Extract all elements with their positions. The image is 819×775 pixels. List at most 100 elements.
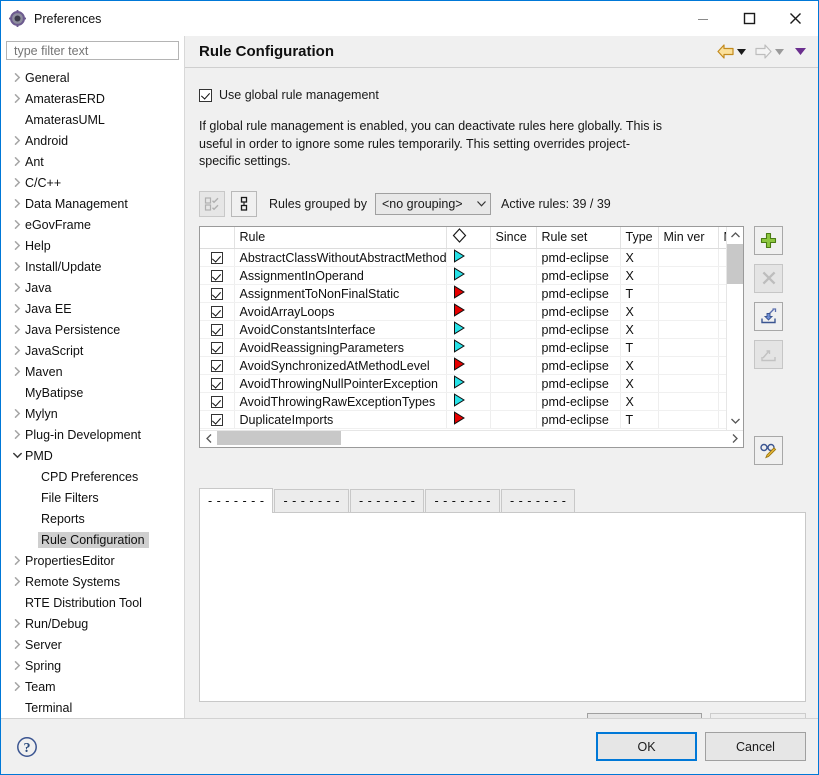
column-header-checkbox[interactable]	[200, 227, 234, 249]
sidebar-item-spring[interactable]: Spring	[1, 655, 184, 676]
filter-field[interactable]	[6, 41, 179, 60]
table-row[interactable]: AvoidReassigningParameterspmd-eclipseT	[200, 339, 726, 357]
table-vertical-scrollbar[interactable]	[726, 227, 743, 430]
chevron-right-icon[interactable]	[9, 406, 25, 422]
table-row[interactable]: AvoidThrowingRawExceptionTypespmd-eclips…	[200, 393, 726, 411]
column-header-maxver[interactable]: M	[718, 227, 726, 249]
table-row[interactable]: DuplicateImportspmd-eclipseT	[200, 411, 726, 429]
sidebar-item-rule-configuration[interactable]: Rule Configuration	[1, 529, 184, 550]
sidebar-item-mylyn[interactable]: Mylyn	[1, 403, 184, 424]
preference-tree[interactable]: GeneralAmaterasERDAmaterasUMLAndroidAntC…	[1, 64, 184, 720]
sidebar-item-help[interactable]: Help	[1, 235, 184, 256]
chevron-right-icon[interactable]	[9, 679, 25, 695]
chevron-right-icon[interactable]	[9, 616, 25, 632]
sidebar-item-data-management[interactable]: Data Management	[1, 193, 184, 214]
table-header-row[interactable]: RuleSinceRule setTypeMin verM	[200, 227, 726, 249]
column-header-name[interactable]: Rule	[234, 227, 446, 249]
maximize-icon[interactable]	[726, 1, 772, 36]
edit-rule-button[interactable]	[754, 436, 783, 465]
checkbox-list-icon[interactable]	[199, 191, 225, 217]
remove-rule-button[interactable]	[754, 264, 783, 293]
chevron-right-icon[interactable]	[9, 217, 25, 233]
hscroll-thumb[interactable]	[217, 431, 341, 445]
chevron-right-icon[interactable]	[9, 70, 25, 86]
table-horizontal-scrollbar[interactable]	[200, 430, 743, 447]
rule-enabled-checkbox[interactable]	[200, 375, 234, 393]
rule-enabled-checkbox[interactable]	[200, 339, 234, 357]
grouping-select[interactable]: <no grouping>	[375, 193, 491, 215]
column-header-ruleset[interactable]: Rule set	[536, 227, 620, 249]
rules-table[interactable]: RuleSinceRule setTypeMin verM AbstractCl…	[199, 226, 744, 448]
sidebar-item-amaterasuml[interactable]: AmaterasUML	[1, 109, 184, 130]
rule-enabled-checkbox[interactable]	[200, 411, 234, 429]
rule-enabled-checkbox[interactable]	[200, 249, 234, 267]
sidebar-item-team[interactable]: Team	[1, 676, 184, 697]
chevron-right-icon[interactable]	[9, 238, 25, 254]
detail-tab-1[interactable]: - - - - - - -	[274, 489, 348, 513]
overflow-chevron-down-icon[interactable]	[795, 48, 806, 55]
sidebar-item-remote-systems[interactable]: Remote Systems	[1, 571, 184, 592]
rule-enabled-checkbox[interactable]	[200, 303, 234, 321]
rule-enabled-checkbox[interactable]	[200, 393, 234, 411]
close-icon[interactable]	[772, 1, 818, 36]
forward-arrow-icon[interactable]	[755, 44, 772, 59]
sidebar-item-server[interactable]: Server	[1, 634, 184, 655]
group-layout-icon[interactable]	[231, 191, 257, 217]
rule-enabled-checkbox[interactable]	[200, 321, 234, 339]
table-row[interactable]: AvoidArrayLoopspmd-eclipseX	[200, 303, 726, 321]
chevron-right-icon[interactable]	[9, 280, 25, 296]
chevron-right-icon[interactable]	[9, 637, 25, 653]
diamond-icon[interactable]	[446, 227, 490, 249]
chevron-right-icon[interactable]	[9, 91, 25, 107]
sidebar-item-file-filters[interactable]: File Filters	[1, 487, 184, 508]
table-row[interactable]: AvoidThrowingNullPointerExceptionpmd-ecl…	[200, 375, 726, 393]
cancel-button[interactable]: Cancel	[705, 732, 806, 761]
help-question-icon[interactable]: ?	[15, 735, 39, 759]
table-row[interactable]: AssignmentToNonFinalStaticpmd-eclipseT	[200, 285, 726, 303]
sidebar-item-c-c[interactable]: C/C++	[1, 172, 184, 193]
sidebar-item-javascript[interactable]: JavaScript	[1, 340, 184, 361]
table-row[interactable]: AvoidSynchronizedAtMethodLevelpmd-eclips…	[200, 357, 726, 375]
use-global-rule-management-checkbox[interactable]: Use global rule management	[199, 88, 806, 102]
detail-tab-strip[interactable]: - - - - - - -- - - - - - -- - - - - - --…	[199, 488, 806, 513]
detail-tab-4[interactable]: - - - - - - -	[501, 489, 575, 513]
chevron-right-icon[interactable]	[9, 175, 25, 191]
sidebar-item-propertieseditor[interactable]: PropertiesEditor	[1, 550, 184, 571]
chevron-right-icon[interactable]	[9, 658, 25, 674]
chevron-right-icon[interactable]	[9, 133, 25, 149]
scroll-right-icon[interactable]	[726, 434, 743, 443]
sidebar-item-rte-distribution-tool[interactable]: RTE Distribution Tool	[1, 592, 184, 613]
chevron-right-icon[interactable]	[9, 322, 25, 338]
chevron-right-icon[interactable]	[9, 196, 25, 212]
scroll-track[interactable]	[727, 244, 743, 413]
sidebar-item-general[interactable]: General	[1, 67, 184, 88]
chevron-right-icon[interactable]	[9, 259, 25, 275]
column-header-since[interactable]: Since	[490, 227, 536, 249]
column-header-minver[interactable]: Min ver	[658, 227, 718, 249]
chevron-right-icon[interactable]	[9, 574, 25, 590]
sidebar-item-maven[interactable]: Maven	[1, 361, 184, 382]
sidebar-item-java-persistence[interactable]: Java Persistence	[1, 319, 184, 340]
sidebar-item-plug-in-development[interactable]: Plug-in Development	[1, 424, 184, 445]
add-rule-button[interactable]	[754, 226, 783, 255]
sidebar-item-egovframe[interactable]: eGovFrame	[1, 214, 184, 235]
sidebar-item-run-debug[interactable]: Run/Debug	[1, 613, 184, 634]
sidebar-item-java[interactable]: Java	[1, 277, 184, 298]
sidebar-item-reports[interactable]: Reports	[1, 508, 184, 529]
minimize-icon[interactable]	[680, 1, 726, 36]
sidebar-item-ant[interactable]: Ant	[1, 151, 184, 172]
chevron-right-icon[interactable]	[9, 343, 25, 359]
table-row[interactable]: AvoidConstantsInterfacepmd-eclipseX	[200, 321, 726, 339]
sidebar-item-install-update[interactable]: Install/Update	[1, 256, 184, 277]
scroll-thumb[interactable]	[727, 244, 743, 284]
scroll-left-icon[interactable]	[200, 434, 217, 443]
chevron-right-icon[interactable]	[9, 364, 25, 380]
table-row[interactable]: AbstractClassWithoutAbstractMethodpmd-ec…	[200, 249, 726, 267]
search-input[interactable]	[12, 43, 173, 59]
forward-menu-chevron-down-icon[interactable]	[775, 49, 784, 55]
back-arrow-icon[interactable]	[717, 44, 734, 59]
scroll-down-icon[interactable]	[727, 413, 743, 430]
sidebar-item-amateraserd[interactable]: AmaterasERD	[1, 88, 184, 109]
chevron-down-icon[interactable]	[9, 448, 25, 464]
back-menu-chevron-down-icon[interactable]	[737, 49, 746, 55]
